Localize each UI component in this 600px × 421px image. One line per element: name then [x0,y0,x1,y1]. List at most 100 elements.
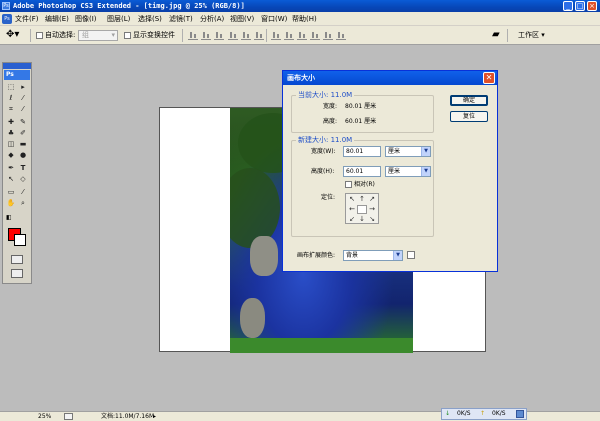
distribute-vcenter-icon[interactable] [284,31,294,40]
background-color-swatch[interactable] [14,234,26,246]
align-vcenter-icon[interactable] [201,31,211,40]
align-top-icon[interactable] [188,31,198,40]
width-unit-select[interactable]: 厘米 ▼ [385,146,431,157]
pen-tool-icon[interactable]: ✒ [6,164,16,173]
distribute-bottom-icon[interactable] [297,31,307,40]
move-tool-icon[interactable]: ✥▾ [6,29,19,41]
menu-select[interactable]: 选择(S) [138,12,162,26]
auto-select-checkbox[interactable] [36,32,43,39]
auto-select-label: 自动选择: [45,31,76,39]
eraser-tool-icon[interactable]: ◫ [6,140,16,149]
close-button[interactable]: × [587,1,597,11]
menu-window[interactable]: 窗口(W) [261,12,287,26]
align-bottom-icon[interactable] [214,31,224,40]
type-tool-icon[interactable]: T [18,164,28,173]
history-brush-icon[interactable]: ✐ [18,129,28,138]
ok-button[interactable]: 确定 [450,95,488,106]
align-right-icon[interactable] [254,31,264,40]
extension-color-swatch[interactable] [407,251,415,259]
workspace-button[interactable]: 工作区 ▾ [518,30,545,40]
menu-image[interactable]: 图像(I) [75,12,97,26]
default-colors-icon[interactable]: ◧ [6,215,12,221]
menu-help[interactable]: 帮助(H) [292,12,317,26]
distribute-top-icon[interactable] [271,31,281,40]
canvas-size-dialog: 画布大小 ✕ 当前大小: 11.0M 宽度: 80.01 厘米 高度: 60.0… [282,70,498,272]
menu-edit[interactable]: 编辑(E) [45,12,69,26]
height-input-value: 60.01 [346,168,364,175]
quick-mask-icon[interactable] [11,255,23,264]
status-arrow-icon[interactable]: ▸ [153,412,156,421]
anchor-right[interactable]: → [367,205,377,214]
current-size-heading: 当前大小: 11.0M [296,90,355,100]
dialog-title[interactable]: 画布大小 [283,71,497,85]
maximize-button[interactable]: □ [575,1,585,11]
align-left-icon[interactable] [228,31,238,40]
brush-tool-icon[interactable]: ✎ [18,118,28,127]
anchor-center[interactable] [357,205,367,214]
zoom-tool-icon[interactable]: ⌕ [18,199,28,208]
magic-wand-icon[interactable]: ⁄ [18,94,28,103]
ps-menu-icon[interactable]: Ps [2,14,12,24]
healing-brush-icon[interactable]: ✚ [6,118,16,127]
camera-icon[interactable]: ▰ [492,29,500,41]
distribute-right-icon[interactable] [336,31,346,40]
height-unit-select[interactable]: 厘米 ▼ [385,166,431,177]
distribute-hcenter-icon[interactable] [323,31,333,40]
toolbox: Ps ⬚ ▸ ℓ ⁄ ⌗ ⁄ ✚ ✎ ♣ ✐ ◫ ▬ ◆ ● ✒ T ↖ ◇ ▭… [2,62,32,284]
window-title: Adobe Photoshop CS3 Extended - [timg.jpg… [13,2,245,10]
app-icon: Ps [2,2,10,10]
zoom-level[interactable]: 25% [38,412,51,421]
notes-tool-icon[interactable]: ▭ [6,188,16,197]
menu-file[interactable]: 文件(F) [15,12,39,26]
download-speed: 0K/S [457,410,471,417]
anchor-bottom-right[interactable]: ↘ [367,215,377,224]
crop-tool-icon[interactable]: ⌗ [6,105,16,114]
marquee-tool-icon[interactable]: ⬚ [6,83,16,92]
anchor-bottom[interactable]: ↓ [357,215,367,224]
menu-analysis[interactable]: 分析(A) [200,12,224,26]
anchor-label: 定位: [321,194,336,201]
hand-tool-icon[interactable]: ✋ [6,199,16,208]
width-input[interactable]: 80.01 [343,146,381,157]
toolbox-header[interactable] [3,63,31,69]
download-arrow-icon: ↓ [445,410,451,417]
chevron-down-icon: ▼ [421,147,430,156]
menu-view[interactable]: 视图(V) [230,12,254,26]
menu-filter[interactable]: 滤镜(T) [169,12,193,26]
width-unit-value: 厘米 [388,148,401,155]
path-selection-icon[interactable]: ↖ [6,175,16,184]
document-info: 文档:11.0M/7.16M [101,413,155,420]
dialog-close-button[interactable]: ✕ [483,72,495,84]
align-hcenter-icon[interactable] [241,31,251,40]
blur-tool-icon[interactable]: ◆ [6,151,16,160]
anchor-bottom-left[interactable]: ↙ [347,215,357,224]
extension-color-label: 画布扩展颜色: [297,252,336,259]
lasso-tool-icon[interactable]: ℓ [6,94,16,103]
show-transform-checkbox[interactable] [124,32,131,39]
clone-stamp-icon[interactable]: ♣ [6,129,16,138]
ps-logo: Ps [4,70,30,80]
height-unit-value: 厘米 [388,168,401,175]
anchor-top[interactable]: ↑ [357,195,367,204]
menu-layer[interactable]: 图层(L) [107,12,130,26]
shape-tool-icon[interactable]: ◇ [18,175,28,184]
dodge-tool-icon[interactable]: ● [18,151,28,160]
anchor-top-right[interactable]: ↗ [367,195,377,204]
reset-button[interactable]: 复位 [450,111,488,122]
extension-color-select[interactable]: 背景 ▼ [343,250,403,261]
slice-tool-icon[interactable]: ⁄ [18,105,28,114]
anchor-left[interactable]: ← [347,205,357,214]
eyedropper-icon[interactable]: ⁄ [18,188,28,197]
screen-mode-icon[interactable] [11,269,23,278]
gradient-tool-icon[interactable]: ▬ [18,140,28,149]
status-menu-icon[interactable] [64,413,73,420]
new-height-label: 高度(H): [311,168,335,175]
distribute-left-icon[interactable] [310,31,320,40]
auto-select-dropdown[interactable]: 组 ▾ [78,30,118,41]
move-tool-icon[interactable]: ▸ [18,83,28,92]
relative-checkbox[interactable] [345,181,352,188]
minimize-button[interactable]: _ [563,1,573,11]
height-input[interactable]: 60.01 [343,166,381,177]
anchor-top-left[interactable]: ↖ [347,195,357,204]
meter-icon[interactable] [516,410,524,418]
